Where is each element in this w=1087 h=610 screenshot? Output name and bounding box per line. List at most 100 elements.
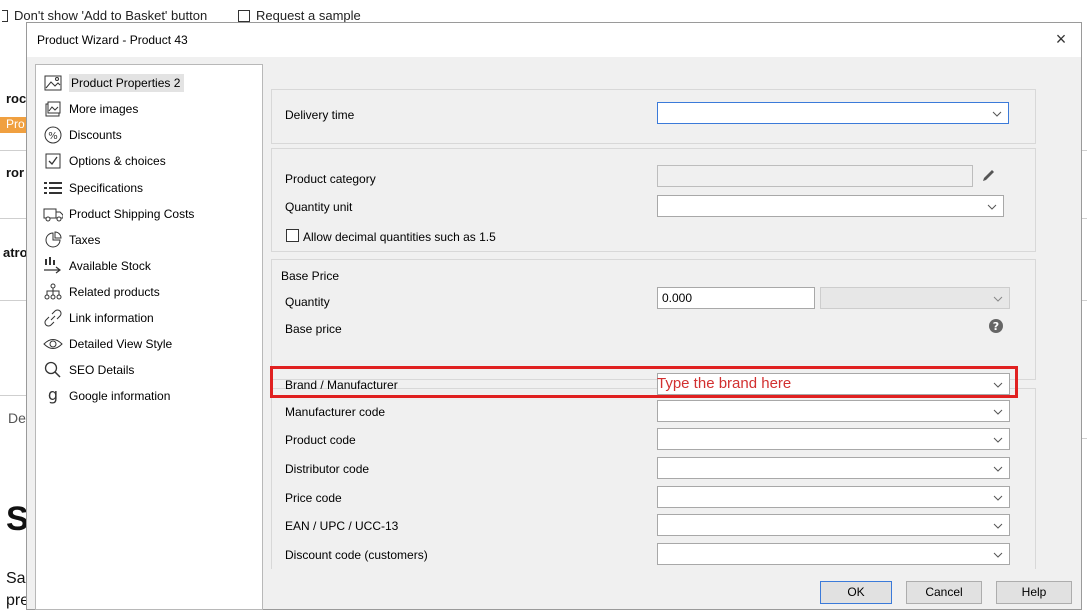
google-icon: g	[43, 386, 63, 406]
product-category-field[interactable]	[657, 165, 973, 187]
bg-checkbox-label: Don't show 'Add to Basket' button	[14, 8, 208, 23]
help-button[interactable]: Help	[996, 581, 1072, 604]
quantity-unit-select[interactable]	[820, 287, 1010, 309]
quantity-input[interactable]: 0.000	[657, 287, 815, 309]
nav-item-label: Link information	[69, 311, 154, 325]
nav-item-label: Product Properties 2	[69, 74, 185, 92]
manufacturer-code-dropdown[interactable]	[657, 400, 1010, 422]
help-icon[interactable]: ?	[988, 318, 1004, 337]
svg-text:%: %	[48, 131, 58, 142]
bg-fragment: Sa	[6, 570, 26, 587]
nav-item-product-shipping-costs[interactable]: Product Shipping Costs	[43, 202, 194, 226]
pencil-icon[interactable]	[980, 168, 996, 187]
delivery-time-dropdown[interactable]	[657, 102, 1009, 124]
close-button[interactable]: ×	[1051, 29, 1071, 50]
hierarchy-icon	[43, 282, 63, 302]
dialog-title: Product Wizard - Product 43	[37, 33, 188, 47]
bg-checkbox-request-sample[interactable]: Request a sample	[238, 8, 361, 23]
nav-item-related-products[interactable]: Related products	[43, 280, 160, 304]
product-category-label: Product category	[285, 172, 376, 186]
bg-fragment: De	[8, 410, 26, 426]
chevron-down-icon	[993, 547, 1003, 561]
nav-item-label: Options & choices	[69, 154, 166, 168]
product-code-dropdown[interactable]	[657, 428, 1010, 450]
bg-fragment: atro	[3, 245, 26, 260]
discount-code-dropdown[interactable]	[657, 543, 1010, 565]
divider	[0, 395, 26, 396]
nav-item-options-choices[interactable]: Options & choices	[43, 149, 166, 173]
nav-item-detailed-view-style[interactable]: Detailed View Style	[43, 332, 172, 356]
svg-text:g: g	[48, 387, 58, 404]
nav-item-label: Product Shipping Costs	[69, 207, 195, 221]
bg-fragment: roc	[6, 91, 26, 106]
chevron-down-icon	[993, 404, 1003, 418]
link-icon	[43, 308, 63, 328]
pie-chart-icon	[43, 230, 63, 250]
allow-decimal-label: Allow decimal quantities such as 1.5	[303, 230, 496, 244]
wizard-nav-list: Product Properties 2 More images % Disco…	[35, 64, 263, 610]
chevron-down-icon	[992, 106, 1002, 120]
dialog-titlebar: Product Wizard - Product 43 ×	[27, 23, 1081, 57]
nav-item-label: More images	[69, 102, 139, 116]
ean-label: EAN / UPC / UCC-13	[285, 519, 399, 533]
brand-highlight-box	[270, 366, 1018, 398]
nav-item-label: Specifications	[69, 181, 144, 195]
nav-item-more-images[interactable]: More images	[43, 97, 138, 121]
bg-fragment: pre	[6, 592, 26, 609]
base-price-group-title: Base Price	[279, 269, 342, 283]
landscape-icon	[43, 73, 63, 93]
discount-code-label: Discount code (customers)	[285, 548, 428, 562]
bg-checkbox-add-to-basket[interactable]: Don't show 'Add to Basket' button	[2, 8, 207, 23]
distributor-code-dropdown[interactable]	[657, 457, 1010, 479]
chevron-down-icon	[993, 490, 1003, 504]
nav-item-label: SEO Details	[69, 363, 135, 377]
percent-icon: %	[43, 125, 63, 145]
nav-item-available-stock[interactable]: Available Stock	[43, 254, 151, 278]
product-code-label: Product code	[285, 433, 356, 447]
bg-fragment: S	[6, 500, 26, 538]
divider	[0, 150, 26, 151]
list-icon	[43, 178, 63, 198]
bg-checkbox-label: Request a sample	[256, 8, 361, 23]
images-icon	[43, 99, 63, 119]
manufacturer-code-label: Manufacturer code	[285, 405, 386, 419]
nav-item-link-information[interactable]: Link information	[43, 306, 154, 330]
ean-dropdown[interactable]	[657, 514, 1010, 536]
divider	[0, 300, 26, 301]
nav-item-taxes[interactable]: Taxes	[43, 228, 100, 252]
nav-item-google-information[interactable]: g Google information	[43, 384, 170, 408]
delivery-time-label: Delivery time	[285, 108, 355, 122]
quantity-unit-label: Quantity unit	[285, 200, 353, 214]
nav-item-specifications[interactable]: Specifications	[43, 176, 143, 200]
nav-item-seo-details[interactable]: SEO Details	[43, 358, 134, 382]
bg-tag-fragment: Pro	[0, 117, 28, 133]
base-price-group	[271, 259, 1036, 380]
product-wizard-dialog: Product Wizard - Product 43 × Product Pr…	[26, 22, 1082, 610]
nav-item-label: Related products	[69, 285, 160, 299]
search-icon	[43, 360, 63, 380]
bg-checkbox-box[interactable]	[2, 9, 8, 22]
nav-item-product-properties-2[interactable]: Product Properties 2	[43, 71, 185, 95]
base-price-label: Base price	[285, 322, 342, 336]
stock-icon	[43, 256, 63, 276]
price-code-label: Price code	[285, 491, 342, 505]
allow-decimal-checkbox[interactable]	[286, 229, 299, 242]
divider	[0, 218, 26, 219]
cancel-button[interactable]: Cancel	[906, 581, 982, 604]
chevron-down-icon	[993, 518, 1003, 532]
truck-icon	[43, 204, 63, 224]
svg-text:?: ?	[993, 320, 999, 333]
price-code-dropdown[interactable]	[657, 486, 1010, 508]
nav-item-label: Discounts	[69, 128, 122, 142]
quantity-label: Quantity	[285, 295, 330, 309]
nav-item-label: Google information	[69, 389, 171, 403]
nav-item-label: Taxes	[69, 233, 101, 247]
bg-fragment: ror	[6, 165, 25, 180]
properties-form: Delivery time Product category Quantity …	[269, 64, 1062, 569]
bg-checkbox-box[interactable]	[238, 9, 250, 22]
distributor-code-label: Distributor code	[285, 462, 370, 476]
ok-button[interactable]: OK	[820, 581, 892, 604]
quantity-unit-dropdown[interactable]	[657, 195, 1004, 217]
nav-item-discounts[interactable]: % Discounts	[43, 123, 122, 147]
chevron-down-icon	[987, 199, 997, 213]
